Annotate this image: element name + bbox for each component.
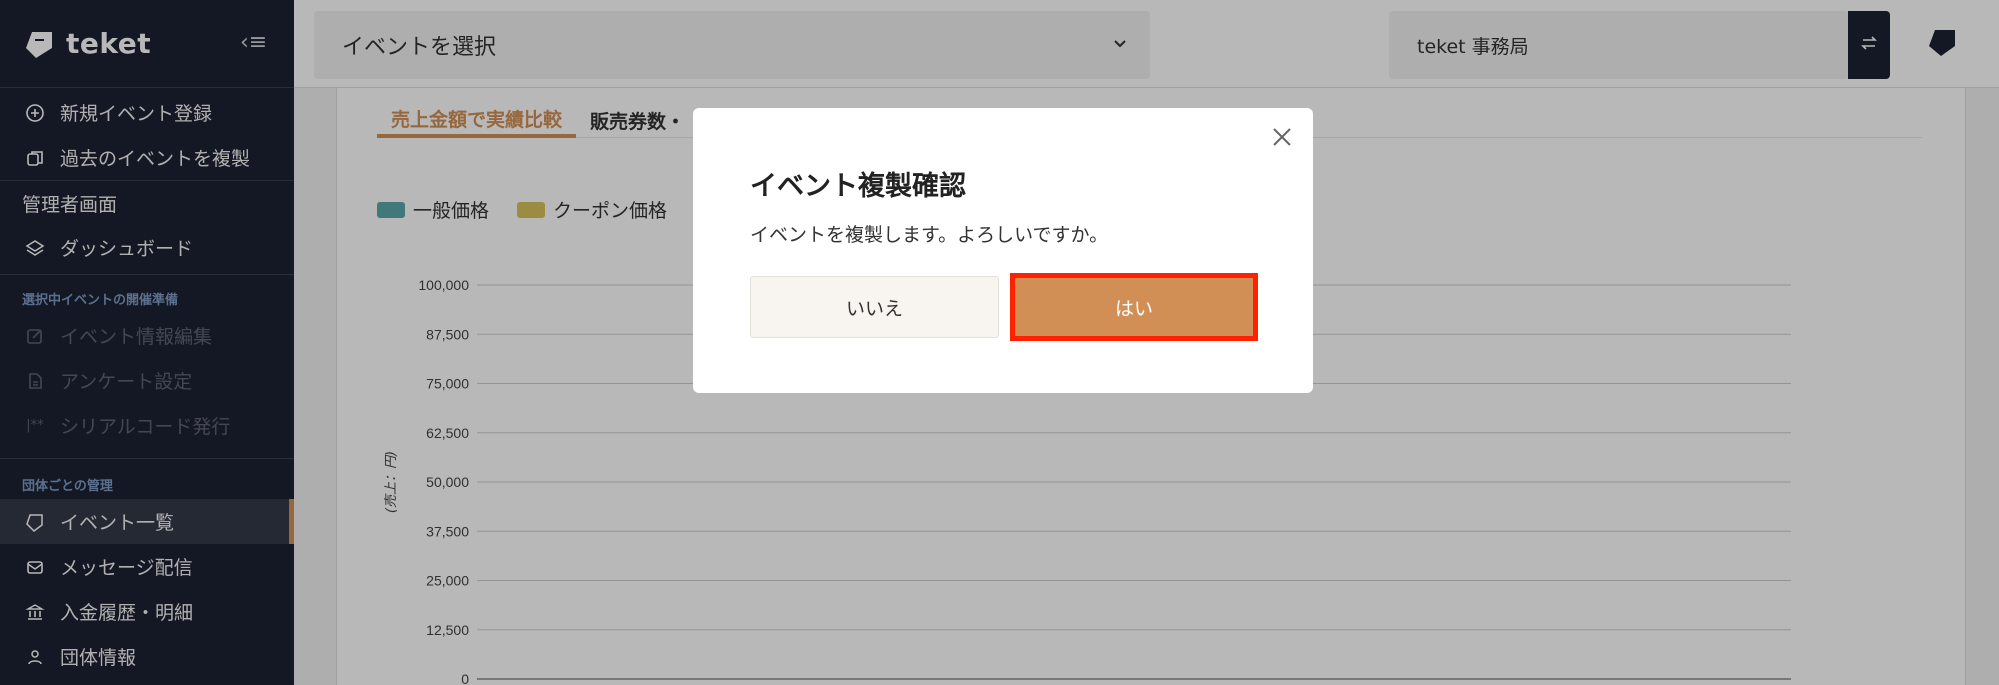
duplicate-confirm-dialog: イベント複製確認 イベントを複製します。よろしいですか。 いいえ はい bbox=[693, 108, 1313, 393]
dialog-title: イベント複製確認 bbox=[750, 171, 966, 202]
no-button[interactable]: いいえ bbox=[750, 276, 999, 338]
close-icon[interactable] bbox=[1267, 122, 1297, 152]
yes-button[interactable]: はい bbox=[1010, 273, 1258, 341]
dialog-message: イベントを複製します。よろしいですか。 bbox=[750, 224, 1109, 246]
